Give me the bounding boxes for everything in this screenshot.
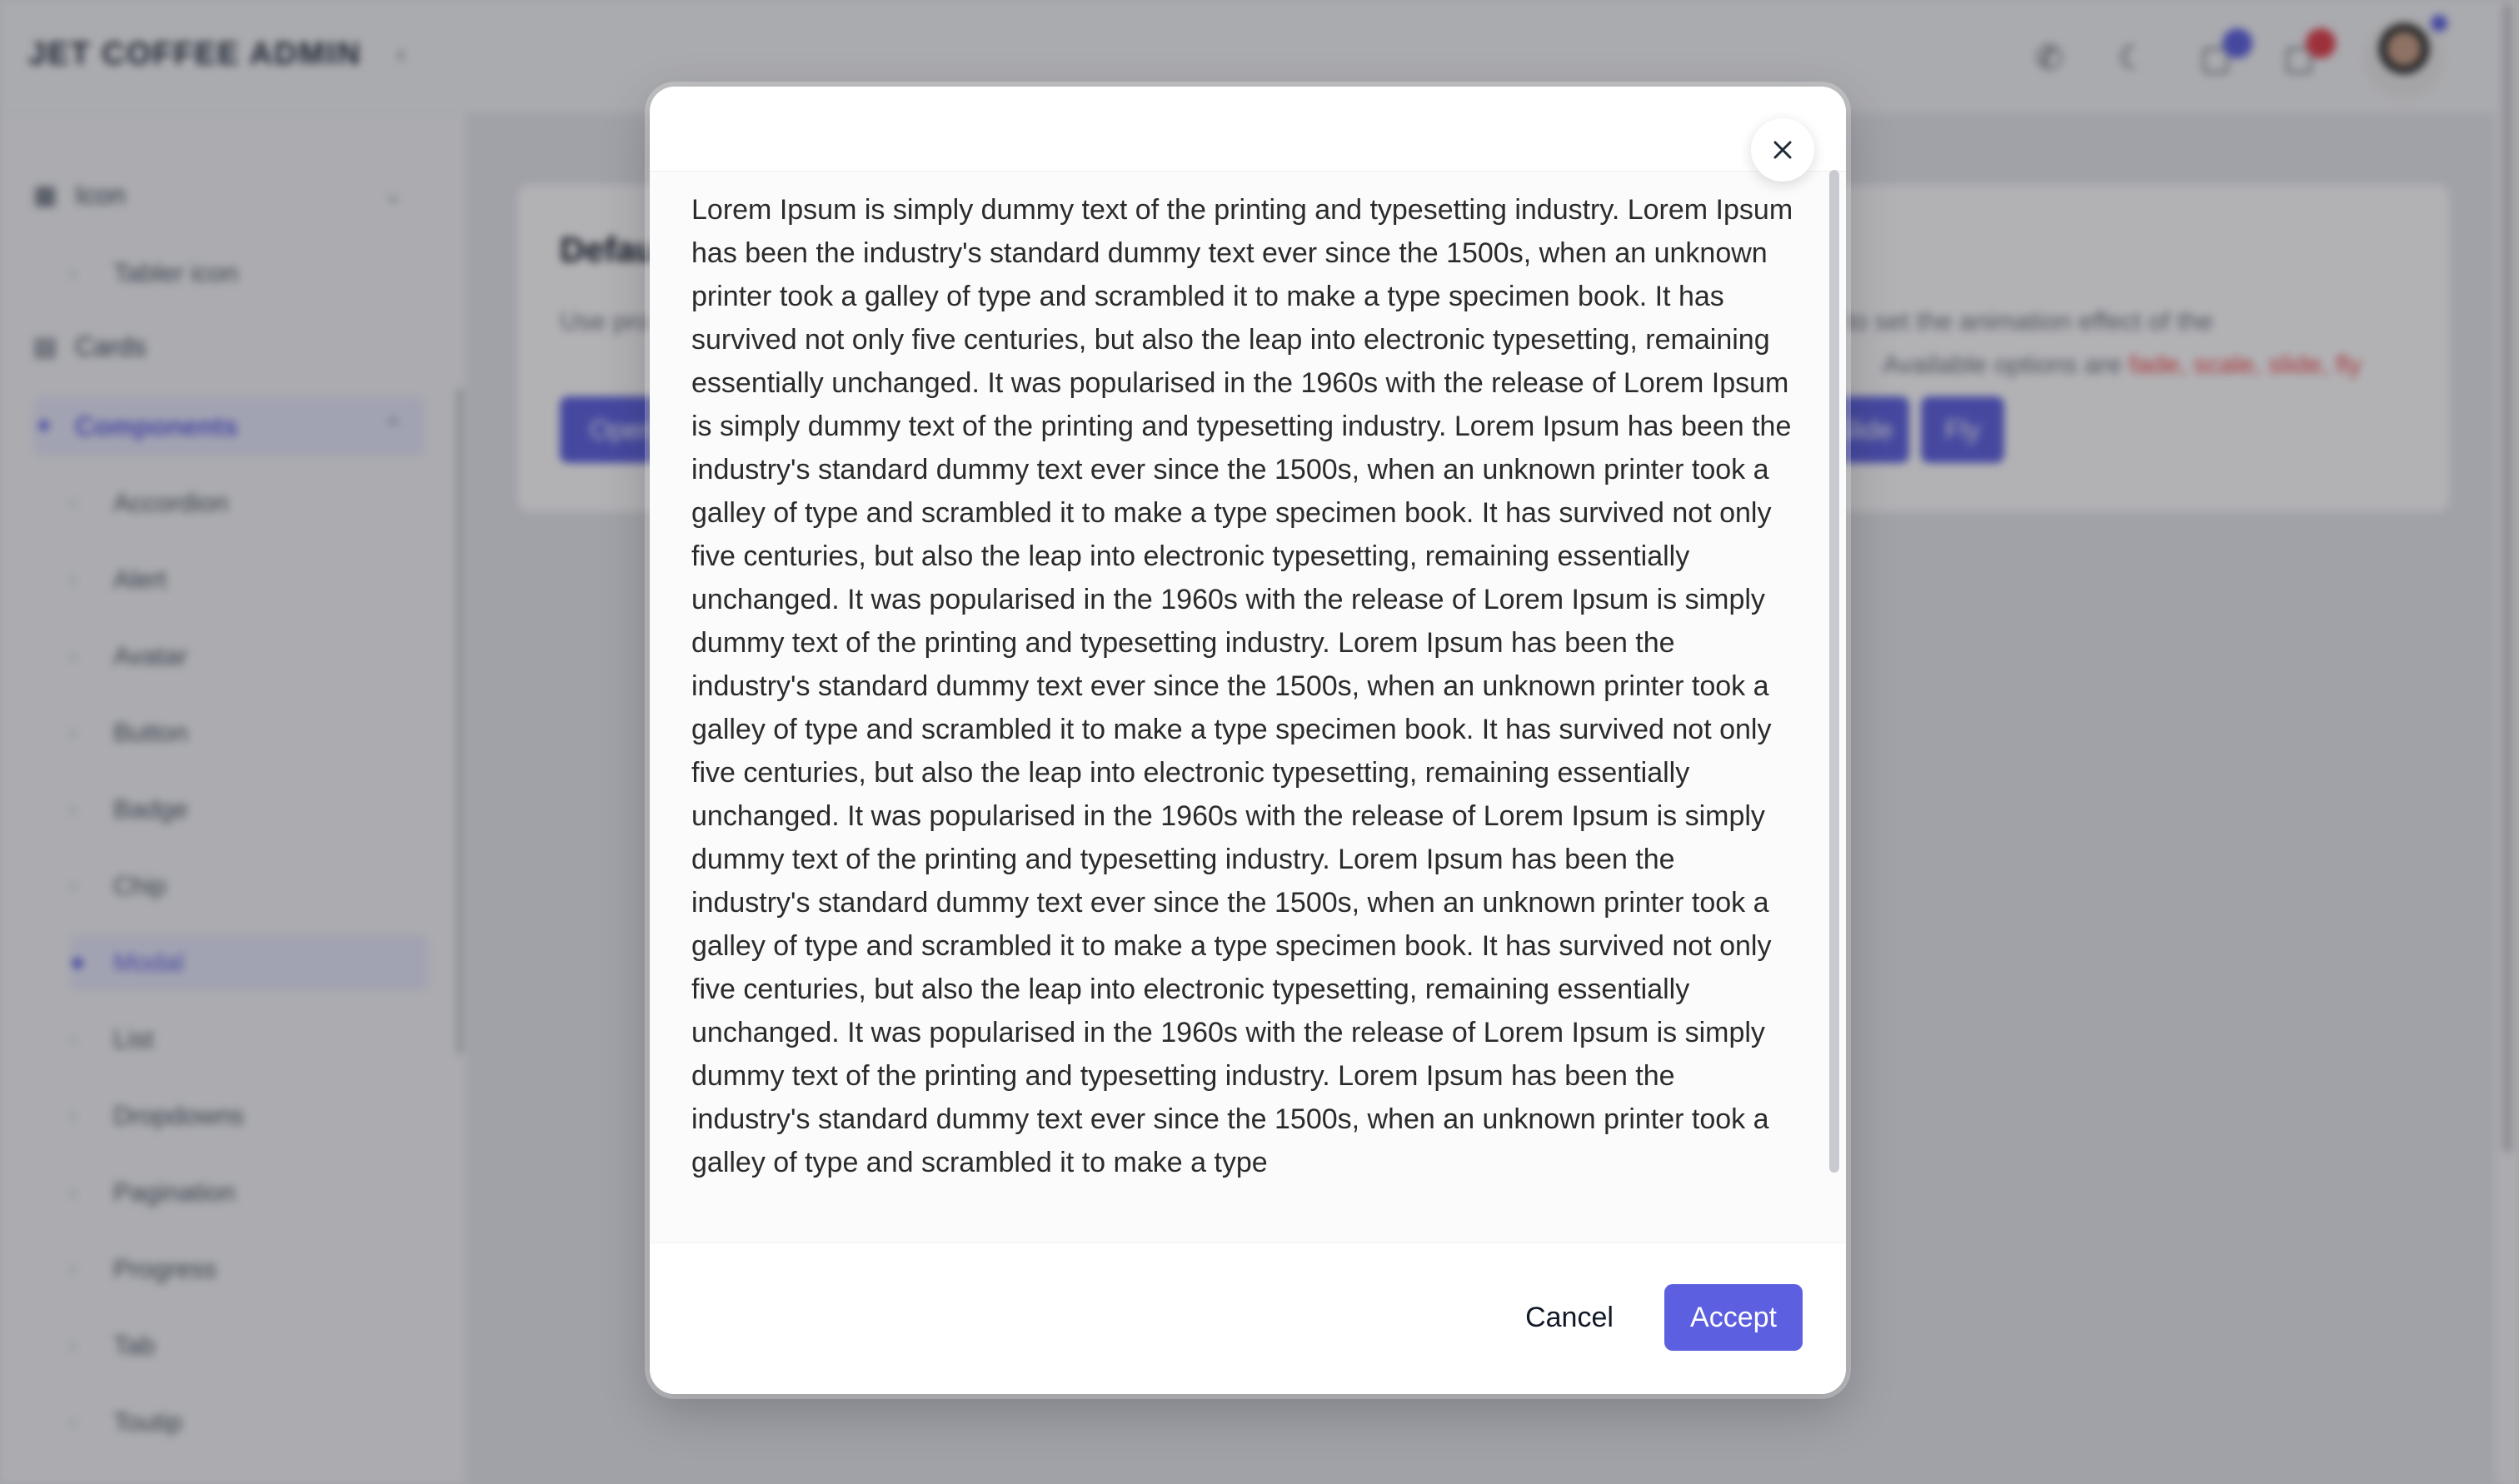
app-root: JET COFFEE ADMIN ‹ ✆ ☾ ▢ ▢ ▦ Icon ⌄ › Ta… bbox=[0, 0, 2519, 1484]
cancel-button[interactable]: Cancel bbox=[1518, 1284, 1621, 1351]
modal-scrollbar[interactable] bbox=[1829, 170, 1839, 1173]
close-button[interactable] bbox=[1751, 118, 1814, 182]
modal-dialog: Lorem Ipsum is simply dummy text of the … bbox=[650, 87, 1846, 1394]
modal-body-text: Lorem Ipsum is simply dummy text of the … bbox=[691, 194, 1793, 1178]
close-icon bbox=[1773, 141, 1792, 159]
accept-button[interactable]: Accept bbox=[1664, 1284, 1803, 1351]
modal-body[interactable]: Lorem Ipsum is simply dummy text of the … bbox=[650, 172, 1846, 1327]
modal-header bbox=[650, 87, 1846, 172]
